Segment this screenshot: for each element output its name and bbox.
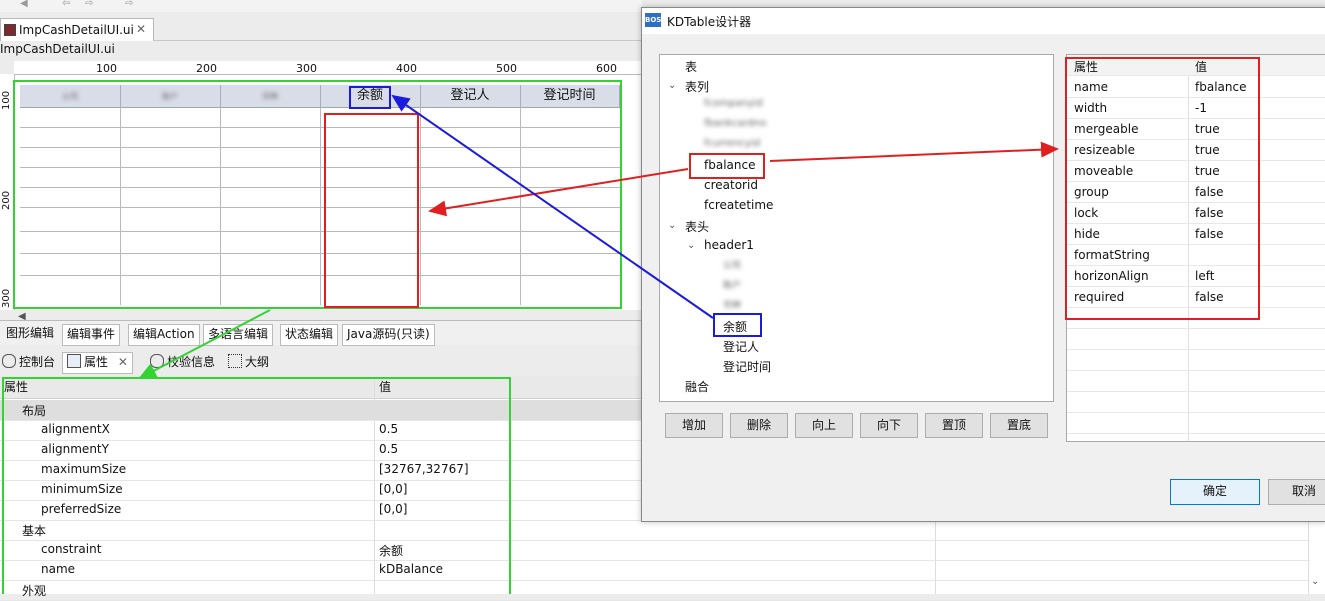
move-down-button[interactable]: 向下: [860, 413, 918, 438]
move-bottom-button[interactable]: 置底: [990, 413, 1048, 438]
ruler-tick: 200: [196, 62, 217, 75]
tab-properties[interactable]: 属性 ✕: [62, 352, 133, 374]
cancel-button[interactable]: 取消: [1268, 479, 1325, 505]
ruler-tick: 300: [1, 288, 12, 308]
ruler-tick: 300: [296, 62, 317, 75]
tree-node-merge[interactable]: 融合: [685, 378, 709, 395]
validation-icon: [150, 354, 164, 368]
editor-tab[interactable]: ImpCashDetailUI.ui ✕: [0, 18, 154, 41]
toolbar-next-icon[interactable]: ⇨: [125, 0, 135, 9]
add-button[interactable]: 增加: [665, 413, 723, 438]
close-icon[interactable]: ✕: [118, 355, 128, 369]
dialog-title: KDTable设计器: [667, 15, 752, 29]
toolbar-nav-icon[interactable]: ◀: [20, 0, 30, 9]
properties-icon: [67, 354, 81, 368]
tab-outline[interactable]: 大纲: [228, 353, 269, 373]
tree-node-columns[interactable]: 表列: [685, 78, 709, 95]
bos-logo-icon: BOS: [645, 13, 661, 27]
ruler-top: 100 200 300 400 500 600: [14, 61, 642, 75]
ruler-tick: 100: [1, 90, 12, 110]
annotation-blue-box: [349, 86, 391, 109]
tree-node-fcreatetime[interactable]: fcreatetime: [704, 198, 773, 212]
dialog-titlebar[interactable]: BOS KDTable设计器: [642, 8, 1325, 34]
tab-edit-events[interactable]: 编辑事件: [62, 324, 121, 346]
ruler-tick: 100: [96, 62, 117, 75]
tab-graphic-edit[interactable]: 图形编辑: [2, 324, 59, 344]
delete-button[interactable]: 删除: [730, 413, 788, 438]
file-label: ImpCashDetailUI.ui: [0, 42, 115, 56]
move-up-button[interactable]: 向上: [795, 413, 853, 438]
editor-tab-title: ImpCashDetailUI.ui: [19, 23, 134, 37]
annotation-red-box: [689, 153, 765, 179]
annotation-red-box: [324, 113, 419, 308]
console-icon: [2, 354, 16, 368]
move-top-button[interactable]: 置顶: [925, 413, 983, 438]
editor-tab-bar: ImpCashDetailUI.ui ✕: [0, 12, 642, 41]
ruler-tick: 400: [396, 62, 417, 75]
ruler-tick: 600: [596, 62, 617, 75]
tab-validation[interactable]: 校验信息: [150, 353, 215, 373]
toolbar-back-icon[interactable]: ⇦: [62, 0, 72, 9]
tree-node-header-cell[interactable]: 账户: [723, 278, 741, 291]
ruler-tick: 500: [496, 62, 517, 75]
tab-edit-action[interactable]: 编辑Action: [128, 324, 200, 346]
chevron-down-icon[interactable]: ⌄: [687, 240, 695, 251]
attribute-row-empty: [1067, 413, 1325, 434]
tree-node-header-cell[interactable]: 币种: [723, 298, 741, 311]
tab-multilang[interactable]: 多语言编辑: [203, 324, 274, 346]
tree-node-header1[interactable]: header1: [704, 238, 754, 252]
tree-node-column[interactable]: fcompanyid: [704, 98, 763, 109]
scroll-down-icon[interactable]: ⌄: [1311, 576, 1319, 587]
chevron-down-icon[interactable]: ⌄: [668, 80, 676, 91]
outline-icon: [228, 354, 242, 368]
chevron-down-icon[interactable]: ⌄: [668, 220, 676, 231]
annotation-blue-box: [713, 313, 762, 337]
toolbar-forward-icon[interactable]: ⇨: [85, 0, 95, 9]
ruler-tick: 200: [1, 190, 12, 210]
tree-node-table[interactable]: 表: [685, 58, 697, 75]
ok-button[interactable]: 确定: [1170, 479, 1260, 505]
annotation-green-box: [2, 377, 511, 594]
view-tabs: 控制台 属性 ✕ 校验信息 大纲: [0, 348, 642, 374]
tree-node-creatorid[interactable]: creatorid: [704, 178, 758, 192]
tab-state-edit[interactable]: 状态编辑: [280, 324, 339, 346]
toolbar: ◀ ⇦ ⇨ ⇨: [0, 0, 642, 12]
tree-node-header-register-time[interactable]: 登记时间: [723, 358, 771, 375]
tree-node-header-cell[interactable]: 公司: [723, 258, 741, 271]
attribute-row-empty: [1067, 371, 1325, 392]
tree-node-header-registrant[interactable]: 登记人: [723, 338, 759, 355]
tree-node-header[interactable]: 表头: [685, 218, 709, 235]
table-structure-tree: 表 ⌄ 表列 fcompanyid fbankcardno fcurrencyi…: [659, 54, 1054, 402]
attribute-row-empty: [1067, 350, 1325, 371]
tab-console[interactable]: 控制台: [2, 353, 55, 373]
attribute-row-empty: [1067, 329, 1325, 350]
annotation-green-box: [13, 80, 622, 309]
annotation-red-box: [1065, 57, 1260, 320]
editor-mode-tabs: 图形编辑 编辑事件 编辑Action 多语言编辑 状态编辑 Java源码(只读): [0, 320, 642, 346]
tree-node-column[interactable]: fbankcardno: [704, 118, 767, 129]
ui-file-icon: [4, 24, 16, 36]
attribute-row-empty: [1067, 392, 1325, 413]
close-icon[interactable]: ✕: [136, 22, 146, 36]
tab-java-source[interactable]: Java源码(只读): [342, 324, 435, 346]
tree-node-column[interactable]: fcurrencyid: [704, 138, 760, 149]
